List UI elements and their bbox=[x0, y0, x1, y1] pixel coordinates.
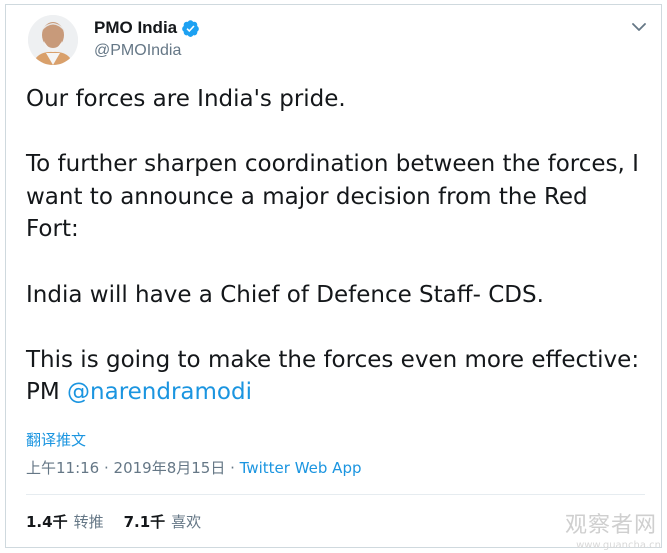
avatar[interactable] bbox=[28, 15, 78, 65]
likes-stat[interactable]: 7.1千 喜欢 bbox=[124, 511, 202, 532]
retweets-label: 转推 bbox=[73, 513, 104, 531]
meta-separator: · bbox=[99, 459, 114, 477]
display-name[interactable]: PMO India bbox=[94, 18, 177, 38]
translate-tweet-link[interactable]: 翻译推文 bbox=[26, 429, 86, 450]
author-name-row[interactable]: PMO India bbox=[94, 18, 200, 38]
site-watermark-url: www.guancha.cn bbox=[576, 540, 661, 551]
mention-link[interactable]: @narendramodi bbox=[67, 379, 252, 405]
retweets-count: 1.4千 bbox=[26, 513, 68, 531]
author-handle[interactable]: @PMOIndia bbox=[94, 42, 181, 60]
tweet-card: PMO India @PMOIndia Our forces are India… bbox=[5, 4, 662, 548]
retweets-stat[interactable]: 1.4千 转推 bbox=[26, 511, 104, 532]
meta-separator: · bbox=[225, 459, 240, 477]
tweet-time[interactable]: 上午11:16 bbox=[26, 459, 99, 477]
tweet-text: Our forces are India's pride. To further… bbox=[26, 83, 646, 409]
tweet-stats: 1.4千 转推 7.1千 喜欢 bbox=[26, 511, 221, 532]
tweet-paragraph: Our forces are India's pride. bbox=[26, 86, 346, 112]
tweet-metadata: 上午11:16 · 2019年8月15日 · Twitter Web App bbox=[26, 457, 362, 478]
divider bbox=[26, 494, 645, 495]
tweet-paragraph: To further sharpen coordination between … bbox=[26, 151, 639, 243]
tweet-paragraph: India will have a Chief of Defence Staff… bbox=[26, 281, 544, 308]
tweet-date[interactable]: 2019年8月15日 bbox=[114, 459, 226, 477]
tweet-source-link[interactable]: Twitter Web App bbox=[240, 459, 362, 477]
profile-photo-icon bbox=[28, 15, 78, 65]
likes-count: 7.1千 bbox=[123, 513, 166, 531]
chevron-down-icon[interactable] bbox=[631, 21, 647, 33]
likes-label: 喜欢 bbox=[171, 513, 202, 531]
verified-badge-icon bbox=[182, 19, 199, 37]
tweet-paragraph-last: This is going to make the forces even mo… bbox=[26, 344, 646, 409]
site-watermark: 观察者网 bbox=[564, 513, 657, 538]
